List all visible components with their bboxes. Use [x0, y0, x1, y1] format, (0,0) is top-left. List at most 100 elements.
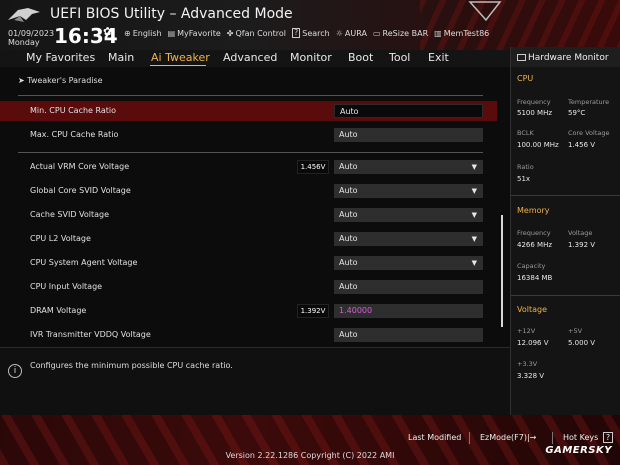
tab-exit[interactable]: Exit	[428, 51, 449, 64]
divider	[511, 195, 620, 196]
setting-row-max-cpu-cache-ratio[interactable]: Max. CPU Cache Ratio Auto	[0, 125, 497, 145]
resize-bar-icon: ▭	[372, 28, 381, 38]
setting-dropdown[interactable]: Auto ▼	[334, 232, 483, 246]
footer-bar: Last Modified EzMode(F7)|→ Hot Keys ? Ve…	[0, 415, 620, 465]
globe-icon: ⊕	[124, 28, 131, 38]
tab-ai-tweaker[interactable]: Ai Tweaker	[151, 51, 210, 64]
memtest-label: MemTest86	[443, 28, 490, 38]
setting-value-input[interactable]: Auto	[334, 328, 483, 342]
favorite-icon: ▤	[167, 28, 176, 38]
rog-mark-icon	[468, 1, 502, 22]
hot-keys-button[interactable]: Hot Keys ?	[563, 432, 614, 443]
setting-value-input[interactable]: 1.40000	[334, 304, 483, 318]
dropdown-arrow-icon: ▼	[471, 187, 477, 195]
tab-my-favorites[interactable]: My Favorites	[26, 51, 95, 64]
hardware-monitor-title: Hardware Monitor	[511, 47, 620, 67]
header-toolbar: ⊕ English ▤ MyFavorite ✤ Qfan Control ? …	[124, 28, 489, 38]
setting-label: CPU System Agent Voltage	[30, 258, 138, 267]
myfavorite-button[interactable]: ▤ MyFavorite	[168, 28, 221, 38]
setting-dropdown[interactable]: Auto ▼	[334, 160, 483, 174]
setting-row-dram-voltage[interactable]: DRAM Voltage 1.392V 1.40000	[0, 301, 497, 321]
day-text: Monday	[8, 38, 40, 47]
memtest-button[interactable]: ▥ MemTest86	[434, 28, 489, 38]
dropdown-arrow-icon: ▼	[471, 163, 477, 171]
resize-bar-label: ReSize BAR	[382, 28, 429, 38]
divider	[18, 152, 483, 153]
dropdown-arrow-icon: ▼	[471, 259, 477, 267]
setting-row-cpu-input-voltage[interactable]: CPU Input Voltage Auto	[0, 277, 497, 297]
setting-row-cache-svid-voltage[interactable]: Cache SVID Voltage Auto ▼	[0, 205, 497, 225]
help-bar: i Configures the minimum possible CPU ca…	[0, 347, 510, 415]
core-voltage-label: Core Voltage	[568, 129, 610, 137]
capacity-value: 16384 MB	[517, 274, 553, 282]
dropdown-value: Auto	[339, 234, 358, 243]
divider	[511, 295, 620, 296]
dropdown-value: Auto	[339, 162, 358, 171]
search-button[interactable]: ? Search	[292, 28, 330, 38]
setting-row-global-core-svid-voltage[interactable]: Global Core SVID Voltage Auto ▼	[0, 181, 497, 201]
dropdown-arrow-icon: ▼	[471, 235, 477, 243]
scrollbar[interactable]	[501, 215, 503, 327]
help-icon: ?	[602, 432, 614, 443]
bclk-value: 100.00 MHz	[517, 141, 559, 149]
qfan-control-label: Qfan Control	[235, 28, 287, 38]
bclk-label: BCLK	[517, 129, 534, 137]
current-voltage-readout: 1.392V	[297, 304, 329, 318]
aura-button[interactable]: ☼ AURA	[336, 28, 367, 38]
ratio-value: 51x	[517, 175, 531, 183]
setting-row-actual-vrm-core-voltage[interactable]: Actual VRM Core Voltage 1.456V Auto ▼	[0, 157, 497, 177]
tab-monitor[interactable]: Monitor	[290, 51, 332, 64]
setting-row-cpu-l2-voltage[interactable]: CPU L2 Voltage Auto ▼	[0, 229, 497, 249]
version-text: Version 2.22.1286 Copyright (C) 2022 AMI	[225, 451, 395, 460]
language-label: English	[132, 28, 162, 38]
cpu-section-title: CPU	[517, 74, 534, 83]
qfan-control-button[interactable]: ✤ Qfan Control	[227, 28, 286, 38]
setting-row-cpu-system-agent-voltage[interactable]: CPU System Agent Voltage Auto ▼	[0, 253, 497, 273]
setting-label: CPU Input Voltage	[30, 282, 103, 291]
tab-boot[interactable]: Boot	[348, 51, 373, 64]
aura-icon: ☼	[335, 28, 343, 38]
setting-dropdown[interactable]: Auto ▼	[334, 256, 483, 270]
last-modified-button[interactable]: Last Modified	[408, 433, 461, 442]
dropdown-arrow-icon: ▼	[471, 211, 477, 219]
setting-label: IVR Transmitter VDDQ Voltage	[30, 330, 151, 339]
settings-panel: ➤ Tweaker's Paradise Min. CPU Cache Rati…	[0, 67, 510, 347]
voltage-section-title: Voltage	[517, 305, 548, 314]
gear-icon[interactable]: ✿	[103, 25, 112, 38]
core-voltage-value: 1.456 V	[568, 141, 596, 149]
memory-voltage-label: Voltage	[568, 229, 593, 237]
setting-value-input[interactable]: Auto	[334, 104, 483, 118]
myfavorite-label: MyFavorite	[177, 28, 221, 38]
tab-tool[interactable]: Tool	[389, 51, 410, 64]
date-text: 01/09/2023	[8, 29, 55, 38]
memory-frequency-label: Frequency	[517, 229, 551, 237]
setting-row-min-cpu-cache-ratio[interactable]: Min. CPU Cache Ratio Auto	[0, 101, 497, 121]
v33-label: +3.3V	[517, 360, 538, 368]
dropdown-value: Auto	[339, 258, 358, 267]
setting-label: Max. CPU Cache Ratio	[30, 130, 119, 139]
header-bar: UEFI BIOS Utility – Advanced Mode 01/09/…	[0, 0, 620, 50]
tab-advanced[interactable]: Advanced	[223, 51, 277, 64]
breadcrumb[interactable]: ➤ Tweaker's Paradise	[18, 76, 103, 85]
tab-main[interactable]: Main	[108, 51, 134, 64]
chevron-right-icon: ➤	[18, 76, 28, 85]
rog-logo-icon	[8, 8, 40, 22]
v5-label: +5V	[568, 327, 583, 335]
setting-label: CPU L2 Voltage	[30, 234, 91, 243]
setting-value-input[interactable]: Auto	[334, 280, 483, 294]
setting-label: DRAM Voltage	[30, 306, 87, 315]
gamersky-watermark: GAMERSKY	[545, 445, 612, 456]
setting-value-input[interactable]: Auto	[334, 128, 483, 142]
ezmode-button[interactable]: EzMode(F7)|→	[480, 433, 536, 442]
setting-dropdown[interactable]: Auto ▼	[334, 208, 483, 222]
memtest-icon: ▥	[434, 28, 442, 38]
memory-voltage-value: 1.392 V	[568, 241, 596, 249]
resize-bar-button[interactable]: ▭ ReSize BAR	[373, 28, 428, 38]
setting-dropdown[interactable]: Auto ▼	[334, 184, 483, 198]
main-nav: My Favorites Main Ai Tweaker Advanced Mo…	[0, 50, 510, 67]
setting-row-ivr-transmitter-vddq-voltage[interactable]: IVR Transmitter VDDQ Voltage Auto	[0, 325, 497, 345]
aura-label: AURA	[344, 28, 367, 38]
monitor-icon	[517, 54, 526, 61]
language-button[interactable]: ⊕ English	[124, 28, 162, 38]
dropdown-value: Auto	[339, 186, 358, 195]
